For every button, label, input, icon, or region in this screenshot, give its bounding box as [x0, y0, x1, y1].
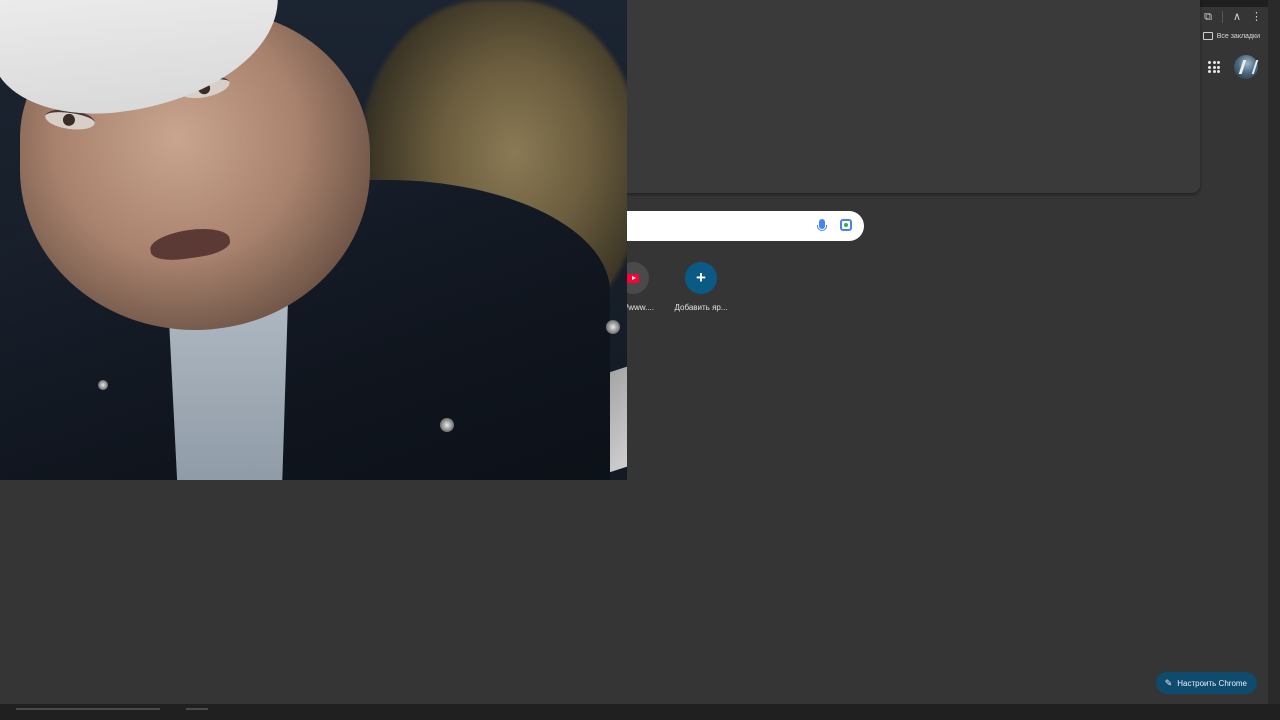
pencil-icon: ✎ — [1164, 677, 1173, 688]
shortcut-label: Добавить яр... — [674, 303, 728, 312]
add-shortcut-button[interactable]: + Добавить яр... — [666, 262, 736, 312]
taskbar — [0, 704, 1280, 720]
bookmarks-bar: Все закладки — [1202, 32, 1260, 40]
screen: ⧉ ∧ ⋮ Все закладки /www.... + Добавить я… — [0, 0, 1280, 720]
all-bookmarks-button[interactable]: Все закладки — [1217, 33, 1260, 40]
browser-toolbar: ⧉ ∧ ⋮ — [1204, 10, 1262, 24]
window-edge — [1268, 0, 1280, 720]
doodle-panel — [620, 0, 1200, 193]
account-avatar[interactable] — [1234, 55, 1258, 79]
menu-icon[interactable]: ⋮ — [1251, 10, 1262, 24]
taskbar-segment — [186, 708, 208, 710]
webcam-overlay — [0, 0, 627, 480]
microphone-icon[interactable] — [817, 219, 827, 231]
extensions-icon[interactable]: ⧉ — [1204, 10, 1212, 24]
jacket-snap — [440, 418, 454, 432]
jacket-snap — [606, 320, 620, 334]
plus-icon: + — [685, 262, 717, 294]
youtube-icon — [627, 273, 639, 283]
folder-icon — [1202, 32, 1213, 40]
taskbar-segment — [16, 708, 160, 710]
apps-grid-icon[interactable] — [1208, 61, 1220, 73]
search-input[interactable] — [600, 211, 864, 241]
toolbar-divider — [1221, 11, 1223, 23]
customize-chrome-button[interactable]: ✎ Настроить Chrome — [1155, 672, 1257, 694]
ntp-header — [1208, 55, 1258, 79]
google-lens-icon[interactable] — [840, 219, 852, 231]
jacket-snap — [98, 380, 108, 390]
customize-chrome-label: Настроить Chrome — [1177, 678, 1247, 688]
profile-extension-icon[interactable]: ∧ — [1233, 10, 1241, 24]
